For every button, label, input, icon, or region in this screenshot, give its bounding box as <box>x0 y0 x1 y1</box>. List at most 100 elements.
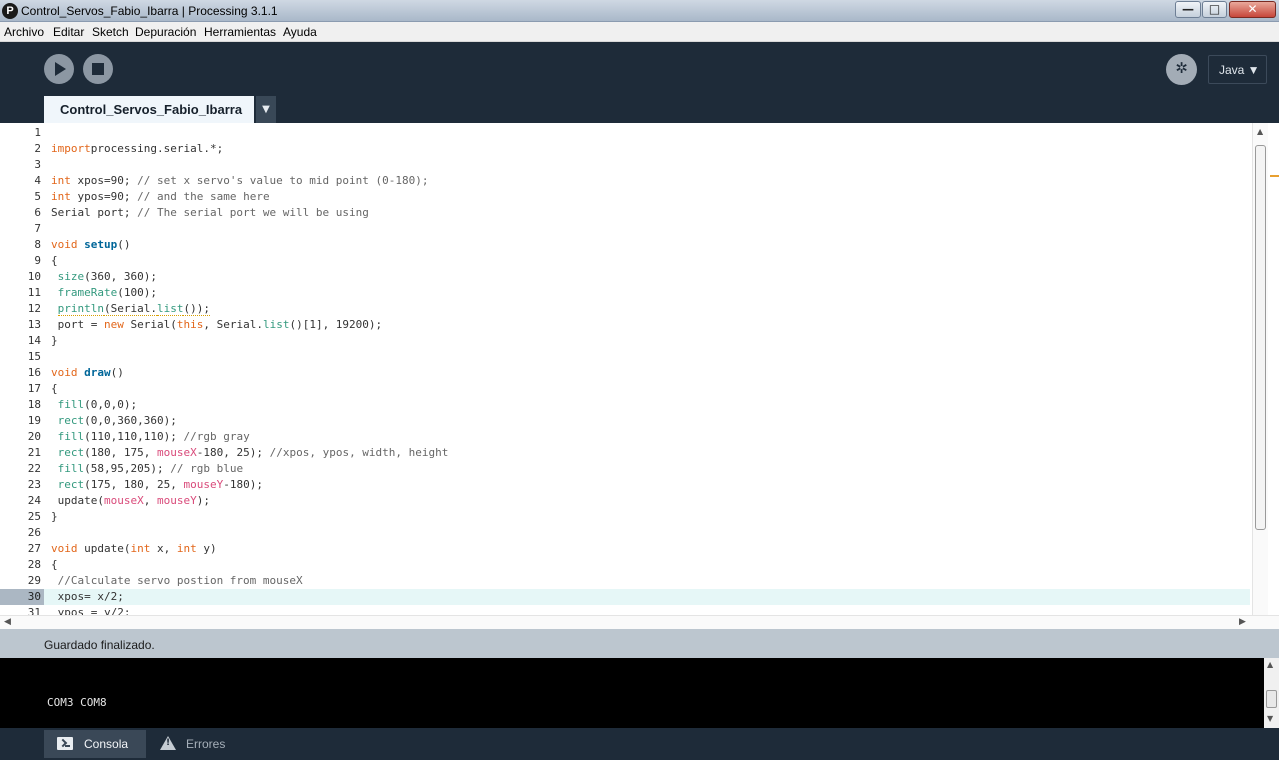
tab-errors[interactable]: Errores <box>150 730 240 758</box>
code-line[interactable]: frameRate(100); <box>51 285 157 301</box>
code-line[interactable]: Serial port; // The serial port we will … <box>51 205 369 221</box>
code-token: // rgb blue <box>170 462 244 475</box>
play-icon <box>55 62 66 76</box>
console-scrollbar[interactable]: ▲ ▼ <box>1264 658 1279 728</box>
console-scroll-thumb[interactable] <box>1266 690 1277 708</box>
code-token: -180, 25); <box>196 446 270 459</box>
code-line[interactable]: size(360, 360); <box>51 269 157 285</box>
code-token: , Serial. <box>203 318 263 331</box>
scroll-up-icon[interactable]: ▲ <box>1257 127 1263 136</box>
code-line[interactable]: println(Serial.list()); <box>51 301 210 317</box>
code-token: // The serial port we will be using <box>137 206 369 219</box>
minimize-button[interactable]: — <box>1175 1 1201 18</box>
code-line[interactable]: update(mouseX, mouseY); <box>51 493 210 509</box>
code-line[interactable]: void draw() <box>51 365 124 381</box>
code-token: rect <box>57 446 85 459</box>
close-button[interactable]: ✕ <box>1229 1 1276 18</box>
menu-sketch[interactable]: Sketch <box>92 25 129 39</box>
line-number: 28 <box>27 558 41 571</box>
code-token: list <box>262 318 290 331</box>
code-token: void <box>51 366 78 379</box>
tab-menu-button[interactable]: ▼ <box>256 96 276 123</box>
code-token: mouseY <box>183 478 224 491</box>
code-line[interactable]: } <box>51 509 58 525</box>
console-scroll-up-icon[interactable]: ▲ <box>1267 660 1273 669</box>
line-number: 12 <box>27 302 41 315</box>
debugger-icon: ✲ <box>1175 59 1188 77</box>
code-line[interactable]: fill(110,110,110); //rgb gray <box>51 429 250 445</box>
editor-scroll-thumb[interactable] <box>1255 145 1266 530</box>
tab-control-servos[interactable]: Control_Servos_Fabio_Ibarra <box>44 96 254 123</box>
menu-ayuda[interactable]: Ayuda <box>283 25 317 39</box>
code-line[interactable]: rect(180, 175, mouseX-180, 25); //xpos, … <box>51 445 449 461</box>
code-line[interactable]: int xpos=90; // set x servo's value to m… <box>51 173 429 189</box>
code-token: } <box>51 510 58 523</box>
code-line[interactable]: rect(0,0,360,360); <box>51 413 177 429</box>
code-line[interactable]: { <box>51 381 58 397</box>
editor-vertical-scrollbar[interactable]: ▲ <box>1252 123 1268 615</box>
code-editor[interactable]: 1 2 3 4 5 6 7 8 9 10 11 12 13 14 15 16 17 18 19 20 21 22 23 24 2… <box>0 123 1279 619</box>
code-line[interactable]: ypos = y/2; <box>51 605 131 615</box>
code-token: { <box>51 254 58 267</box>
code-token: (58,95,205); <box>84 462 171 475</box>
code-line[interactable]: void update(int x, int y) <box>51 541 217 557</box>
console-scroll-down-icon[interactable]: ▼ <box>1267 714 1273 723</box>
code-token: rect <box>57 478 85 491</box>
code-line[interactable]: { <box>51 557 58 573</box>
menu-depuracion[interactable]: Depuración <box>135 25 196 39</box>
toolbar: ✲ Java ▼ <box>0 42 1279 96</box>
menu-archivo[interactable]: Archivo <box>4 25 44 39</box>
code-line[interactable]: //Calculate servo postion from mouseX <box>51 573 303 589</box>
scroll-left-icon[interactable]: ◀ <box>4 617 11 627</box>
code-line[interactable]: port = new Serial(this, Serial.list()[1]… <box>51 317 383 333</box>
code-token: fill <box>57 398 85 411</box>
code-line[interactable]: xpos= x/2; <box>51 589 124 605</box>
line-number: 19 <box>27 414 41 427</box>
code-token: (100); <box>117 286 157 299</box>
menu-herramientas[interactable]: Herramientas <box>204 25 276 39</box>
code-line[interactable]: { <box>51 253 58 269</box>
code-line[interactable]: } <box>51 333 58 349</box>
code-line[interactable]: rect(175, 180, 25, mouseY-180); <box>51 477 263 493</box>
footer-tabs: Consola Errores <box>0 728 1279 760</box>
editor-horizontal-scrollbar[interactable]: ◀ ▶ <box>0 615 1279 629</box>
code-token: println <box>57 302 104 316</box>
run-button[interactable] <box>44 54 74 84</box>
menu-editar[interactable]: Editar <box>53 25 84 39</box>
tab-console[interactable]: Consola <box>44 730 146 758</box>
error-marker[interactable] <box>1270 175 1279 177</box>
code-token: fill <box>57 462 85 475</box>
line-number-gutter: 1 2 3 4 5 6 7 8 9 10 11 12 13 14 15 16 17 18 19 20 21 22 23 24 2… <box>0 123 44 619</box>
debugger-button[interactable]: ✲ <box>1166 54 1197 85</box>
code-token: setup <box>84 238 118 251</box>
line-number: 16 <box>27 366 41 379</box>
scroll-right-icon[interactable]: ▶ <box>1239 617 1246 627</box>
maximize-button[interactable]: □ <box>1202 1 1227 18</box>
code-area[interactable]: importprocessing.serial.*; int xpos=90; /… <box>44 125 1250 615</box>
stop-button[interactable] <box>83 54 113 84</box>
code-line[interactable]: void setup() <box>51 237 131 253</box>
line-number: 26 <box>27 526 41 539</box>
maximize-icon: □ <box>1208 2 1221 16</box>
code-line[interactable]: int ypos=90; // and the same here <box>51 189 270 205</box>
code-token: port = <box>51 318 104 331</box>
code-token: (175, 180, 25, <box>84 478 184 491</box>
code-token: mouseX <box>103 494 144 507</box>
code-token: ypos = y/2; <box>51 606 131 615</box>
code-line[interactable]: fill(58,95,205); // rgb blue <box>51 461 243 477</box>
code-token: { <box>51 558 58 571</box>
line-number: 27 <box>27 542 41 555</box>
code-line[interactable]: importprocessing.serial.*; <box>51 141 223 157</box>
code-line[interactable]: fill(0,0,0); <box>51 397 137 413</box>
line-number: 15 <box>27 350 41 363</box>
code-token: () <box>110 366 124 379</box>
code-token: (0,0,360,360); <box>84 414 177 427</box>
mode-selector[interactable]: Java ▼ <box>1208 55 1267 84</box>
